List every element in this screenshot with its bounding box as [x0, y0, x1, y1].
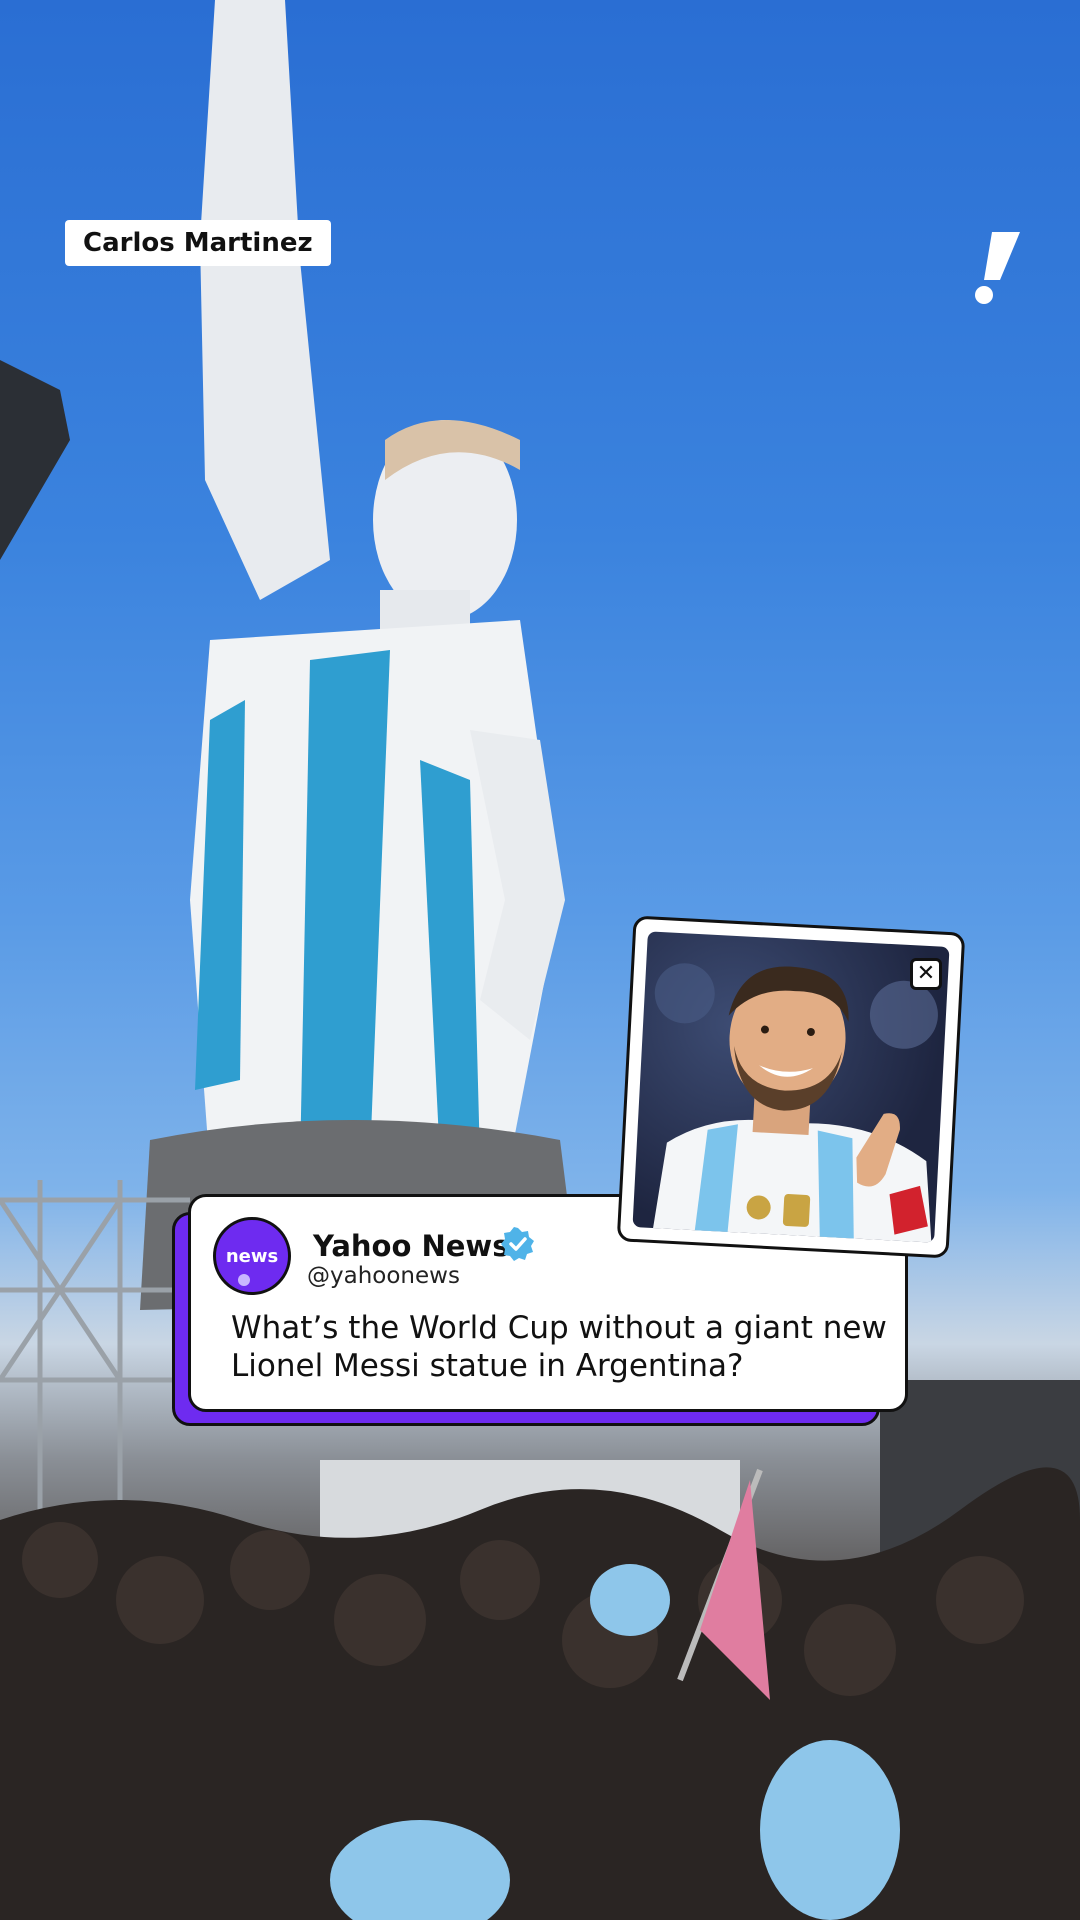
video-frame[interactable]: Carlos Martinez news Yahoo News @yahoone… — [0, 0, 1080, 1920]
account-avatar[interactable]: news — [213, 1217, 291, 1295]
player-photo-image — [652, 963, 938, 1243]
avatar-label: news — [225, 1246, 279, 1267]
account-name[interactable]: Yahoo News — [313, 1229, 510, 1263]
video-credit-label: Carlos Martinez — [65, 220, 331, 266]
avatar-dot-icon — [238, 1274, 250, 1286]
player-photo — [632, 931, 950, 1243]
verified-badge-icon — [501, 1227, 534, 1261]
account-handle[interactable]: @yahoonews — [307, 1263, 460, 1289]
close-icon[interactable]: ✕ — [910, 958, 942, 990]
yahoo-exclamation-icon — [975, 232, 1020, 304]
post-text: What’s the World Cup without a giant new… — [231, 1310, 887, 1384]
